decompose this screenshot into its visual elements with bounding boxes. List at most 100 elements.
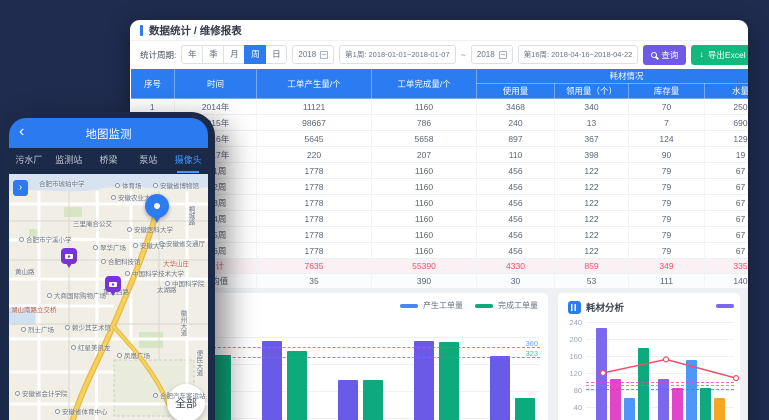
table-row: 8第4周177811604561227967 bbox=[131, 211, 749, 227]
map-label: 烈士广场 bbox=[21, 324, 54, 334]
table-cell: 111 bbox=[629, 274, 705, 289]
phone-tab[interactable]: 泵站 bbox=[128, 148, 168, 174]
phone-tab[interactable]: 监测站 bbox=[49, 148, 89, 174]
table-cell: 207 bbox=[372, 147, 477, 163]
consumables-chart-plot bbox=[586, 317, 734, 420]
table-cell: 859 bbox=[555, 259, 629, 274]
period-option-季[interactable]: 季 bbox=[202, 45, 224, 64]
map-label: 凤凰广场 bbox=[117, 350, 150, 360]
average-row: 平均值353903053111140 bbox=[131, 274, 749, 289]
table-cell: 456 bbox=[477, 227, 555, 243]
legend-dash bbox=[400, 304, 418, 308]
period-option-月[interactable]: 月 bbox=[223, 45, 245, 64]
table-cell: 1160 bbox=[372, 163, 477, 179]
period-option-年[interactable]: 年 bbox=[181, 45, 203, 64]
breadcrumb-accent-bar bbox=[140, 25, 143, 36]
map-label: 合肥汽车客运站 bbox=[153, 390, 206, 400]
table-cell: 122 bbox=[555, 227, 629, 243]
end-year-select[interactable]: 2018 bbox=[471, 45, 513, 64]
map-label: 桐城路 bbox=[185, 206, 195, 226]
end-week-input[interactable]: 第16周: 2018-04-16~2018-04-22 bbox=[518, 45, 639, 64]
table-cell: 786 bbox=[372, 115, 477, 131]
poi-icon bbox=[153, 393, 158, 398]
table-cell: 67 bbox=[705, 195, 749, 211]
phone-tab[interactable]: 桥梁 bbox=[89, 148, 129, 174]
pin-dot bbox=[154, 203, 160, 209]
table-cell: 1160 bbox=[372, 243, 477, 259]
start-week-input[interactable]: 第1周: 2018-01-01~2018-01-07 bbox=[339, 45, 455, 64]
table-cell: 79 bbox=[629, 211, 705, 227]
legend-item: 产生工单量 bbox=[400, 300, 463, 311]
table-cell: 53 bbox=[555, 274, 629, 289]
export-button-label: 导出Excel bbox=[708, 49, 746, 61]
table-row: 5第1周177811604561227967 bbox=[131, 163, 749, 179]
consumables-chart-card: 耗材分析 2402001601208040 bbox=[558, 293, 740, 420]
table-cell: 1160 bbox=[372, 211, 477, 227]
poi-icon bbox=[21, 327, 26, 332]
map-label: 赖少其艺术馆 bbox=[65, 322, 111, 332]
phone-page-title: 地图监测 bbox=[9, 126, 208, 142]
map-expand-button[interactable]: › bbox=[13, 180, 28, 196]
table-cell: 335 bbox=[705, 259, 749, 274]
table-cell: 1160 bbox=[372, 195, 477, 211]
poi-icon bbox=[55, 409, 60, 414]
poi-icon bbox=[47, 293, 52, 298]
report-table-wrapper: 序号时间工单产生量/个工单完成量/个耗材情况使用量领用量（个）库存量水量 120… bbox=[130, 68, 748, 289]
map-label: 安徽省博物馆 bbox=[153, 180, 199, 190]
column-header: 工单产生量/个 bbox=[257, 69, 372, 99]
table-cell: 456 bbox=[477, 211, 555, 227]
sub-column-header: 库存量 bbox=[629, 84, 705, 99]
table-cell: 122 bbox=[555, 163, 629, 179]
poi-icon bbox=[127, 227, 132, 232]
location-pin-marker[interactable] bbox=[145, 194, 169, 224]
map-label: 湖山南路立交桥 bbox=[11, 304, 57, 314]
poi-icon bbox=[93, 245, 98, 250]
start-year-select[interactable]: 2018 bbox=[292, 45, 334, 64]
phone-tab[interactable]: 污水厂 bbox=[9, 148, 49, 174]
poi-icon bbox=[125, 271, 130, 276]
camera-marker[interactable] bbox=[105, 276, 121, 297]
bar-完成工单量 bbox=[287, 351, 307, 420]
pin-tail bbox=[153, 216, 161, 223]
y-axis-tick: 200 bbox=[562, 335, 582, 344]
y-axis-tick: 120 bbox=[562, 369, 582, 378]
period-option-周[interactable]: 周 bbox=[244, 45, 266, 64]
camera-icon bbox=[65, 254, 73, 259]
bar-完成工单量 bbox=[363, 380, 383, 420]
table-header-row: 序号时间工单产生量/个工单完成量/个耗材情况 bbox=[131, 69, 749, 84]
start-week-value: 第1周: 2018-01-01~2018-01-07 bbox=[345, 49, 449, 60]
breadcrumb: 数据统计 / 维修报表 bbox=[149, 23, 242, 38]
table-body: 12014年11121116034683407025022015年9866778… bbox=[131, 99, 749, 289]
table-cell: 1778 bbox=[257, 195, 372, 211]
period-option-日[interactable]: 日 bbox=[265, 45, 287, 64]
table-cell: 367 bbox=[555, 131, 629, 147]
table-cell: 122 bbox=[555, 195, 629, 211]
dashboard-top-section: 数据统计 / 维修报表 统计周期: 年季月周日 2018 第1周: 2018-0… bbox=[130, 20, 748, 289]
table-cell: 90 bbox=[629, 147, 705, 163]
query-button[interactable]: 查询 bbox=[643, 45, 686, 65]
legend-label: 完成工单量 bbox=[498, 300, 538, 311]
table-row: 12014年111211160346834070250 bbox=[131, 99, 749, 115]
table-cell: 67 bbox=[705, 211, 749, 227]
poi-icon bbox=[15, 391, 20, 396]
export-excel-button[interactable]: ↓ 导出Excel bbox=[691, 45, 748, 65]
y-axis-tick: 160 bbox=[562, 352, 582, 361]
table-cell: 1160 bbox=[372, 179, 477, 195]
table-cell: 70 bbox=[629, 99, 705, 115]
y-axis-tick: 240 bbox=[562, 318, 582, 327]
download-icon: ↓ bbox=[699, 50, 704, 59]
table-cell: 129 bbox=[705, 131, 749, 147]
phone-tab[interactable]: 摄像头 bbox=[168, 148, 208, 174]
table-cell: 390 bbox=[372, 274, 477, 289]
bar-产生工单量 bbox=[338, 380, 358, 420]
legend-dash bbox=[475, 304, 493, 308]
table-cell: 240 bbox=[477, 115, 555, 131]
map-view[interactable]: › 全部 合肥市琥珀中学体育场安徽农业大学安徽省博物馆桐城路三里庵合公交安徽医科… bbox=[9, 174, 208, 420]
poi-icon bbox=[153, 183, 158, 188]
bar-产生工单量 bbox=[262, 341, 282, 420]
reference-value: 323 bbox=[525, 349, 538, 358]
poi-icon bbox=[111, 195, 116, 200]
camera-marker[interactable] bbox=[61, 248, 77, 269]
map-label: 大华山庄 bbox=[163, 258, 189, 268]
map-label: 翠华广场 bbox=[93, 242, 126, 252]
